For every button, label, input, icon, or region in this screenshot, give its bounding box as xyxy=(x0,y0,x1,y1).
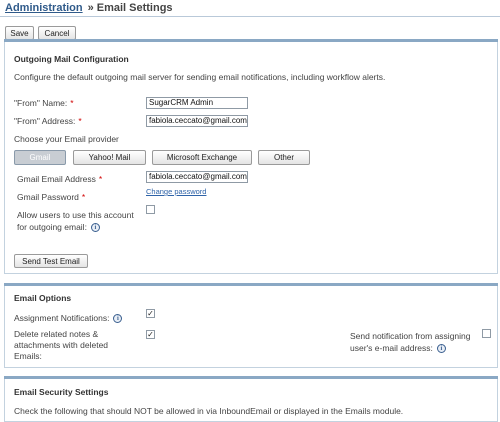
page-title: Email Settings xyxy=(96,2,173,14)
security-section-title: Email Security Settings xyxy=(14,387,109,397)
cancel-button[interactable]: Cancel xyxy=(38,26,76,40)
delete-related-label-line2: attachments with deleted xyxy=(14,340,109,350)
check-icon: ✓ xyxy=(147,329,154,339)
required-marker: * xyxy=(98,174,103,184)
info-icon[interactable]: i xyxy=(90,223,100,233)
breadcrumb-administration[interactable]: Administration xyxy=(5,2,83,14)
provider-exchange-button[interactable]: Microsoft Exchange xyxy=(152,150,252,165)
gmail-password-label: Gmail Password * xyxy=(17,192,85,202)
allow-users-label-line2-text: for outgoing email: xyxy=(17,222,87,232)
outgoing-section-title: Outgoing Mail Configuration xyxy=(14,54,129,64)
send-notification-label-line2: user's e-mail address: i xyxy=(350,342,471,354)
provider-label: Choose your Email provider xyxy=(14,134,119,144)
provider-yahoo-button[interactable]: Yahoo! Mail xyxy=(73,150,146,165)
change-password-link[interactable]: Change password xyxy=(146,187,206,196)
outgoing-description: Configure the default outgoing mail serv… xyxy=(14,72,386,82)
send-notification-label-line2-text: user's e-mail address: xyxy=(350,343,433,353)
from-address-label: "From" Address: * xyxy=(14,116,82,126)
required-marker: * xyxy=(70,98,74,108)
info-icon[interactable]: i xyxy=(113,314,123,324)
check-icon: ✓ xyxy=(147,308,154,318)
save-button[interactable]: Save xyxy=(5,26,34,40)
allow-users-label-line1: Allow users to use this account xyxy=(17,210,134,220)
send-notification-label: Send notification from assigning user's … xyxy=(350,330,471,354)
provider-other-button[interactable]: Other xyxy=(258,150,310,165)
allow-users-checkbox[interactable] xyxy=(146,205,155,214)
email-options-section-title: Email Options xyxy=(14,293,72,303)
from-name-input[interactable]: SugarCRM Admin xyxy=(146,97,248,109)
from-address-input[interactable]: fabiola.ceccato@gmail.com xyxy=(146,115,248,127)
from-name-label-text: "From" Name: xyxy=(14,98,68,108)
send-notification-checkbox[interactable] xyxy=(482,329,491,338)
required-marker: * xyxy=(78,116,82,126)
from-name-label: "From" Name: * xyxy=(14,98,74,108)
allow-users-label: Allow users to use this account for outg… xyxy=(17,209,134,233)
from-address-label-text: "From" Address: xyxy=(14,116,76,126)
delete-related-label: Delete related notes & attachments with … xyxy=(14,329,108,362)
header-divider xyxy=(0,16,500,17)
assignment-notifications-label-text: Assignment Notifications: xyxy=(14,313,110,323)
allow-users-label-line2: for outgoing email: i xyxy=(17,221,134,233)
page-header: Administration » Email Settings xyxy=(5,2,173,14)
security-description: Check the following that should NOT be a… xyxy=(14,406,404,416)
send-test-email-button[interactable]: Send Test Email xyxy=(14,254,88,268)
assignment-notifications-checkbox[interactable]: ✓ xyxy=(146,309,155,318)
gmail-address-input[interactable]: fabiola.ceccato@gmail.com xyxy=(146,171,248,183)
gmail-address-label: Gmail Email Address * xyxy=(17,174,102,184)
assignment-notifications-label: Assignment Notifications: i xyxy=(14,313,123,324)
provider-gmail-button[interactable]: Gmail xyxy=(14,150,66,165)
delete-related-label-line1: Delete related notes & xyxy=(14,329,99,339)
required-marker: * xyxy=(81,192,86,202)
delete-related-checkbox[interactable]: ✓ xyxy=(146,330,155,339)
delete-related-label-line3: Emails: xyxy=(14,351,42,361)
send-notification-label-line1: Send notification from assigning xyxy=(350,331,471,341)
gmail-address-label-text: Gmail Email Address xyxy=(17,174,96,184)
breadcrumb-separator: » xyxy=(87,2,94,14)
info-icon[interactable]: i xyxy=(436,344,446,354)
gmail-password-label-text: Gmail Password xyxy=(17,192,79,202)
